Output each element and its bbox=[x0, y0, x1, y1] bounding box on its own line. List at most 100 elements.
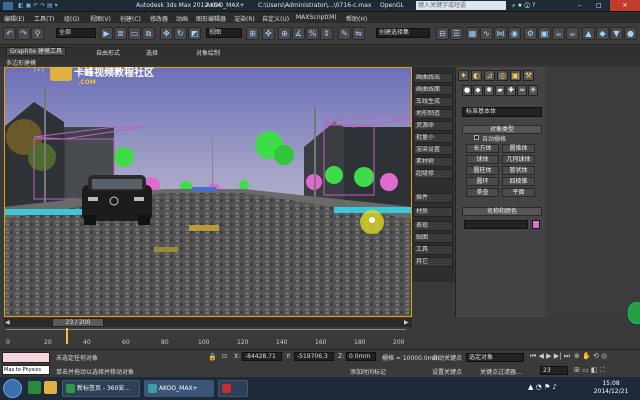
plugin-item-14[interactable]: 其它 bbox=[413, 257, 453, 267]
taskbar-pin-icon[interactable] bbox=[28, 381, 41, 394]
helpers-icon[interactable]: ✚ bbox=[506, 85, 516, 96]
named-selection-dropdown[interactable]: 创建选择集 bbox=[376, 28, 430, 38]
curve-editor-icon[interactable]: ∿ bbox=[480, 27, 493, 40]
menu-views[interactable]: 视图(V) bbox=[90, 14, 111, 23]
set-key-label[interactable]: 设置关键点 bbox=[432, 367, 462, 376]
hierarchy-tab-icon[interactable]: ⊿ bbox=[484, 70, 495, 81]
name-color-rollout[interactable]: 名称和颜色 bbox=[462, 207, 542, 216]
plugin-item-3[interactable]: 地形制造 bbox=[413, 109, 453, 119]
floating-assist-button[interactable] bbox=[628, 302, 640, 324]
menu-maxscript[interactable]: MAXScript(M) bbox=[296, 14, 337, 21]
render-active-icon[interactable]: ☕ bbox=[566, 27, 579, 40]
menu-edit[interactable]: 编辑(E) bbox=[4, 14, 24, 23]
maxscript-mini-listener[interactable]: Max to Physics bbox=[2, 365, 50, 375]
motion-tab-icon[interactable]: ◎ bbox=[497, 70, 508, 81]
torus-button[interactable]: 圆环 bbox=[466, 177, 499, 186]
current-frame-field[interactable]: 23 bbox=[540, 366, 568, 375]
auto-key-label[interactable]: 自动关键点 bbox=[432, 353, 462, 362]
select-by-name-icon[interactable]: ≣ bbox=[114, 27, 127, 40]
perspective-viewport[interactable]: [+] 卡峰视频教程社区 .COM bbox=[4, 67, 412, 317]
edit-named-sets-icon[interactable]: ✎ bbox=[338, 27, 351, 40]
rendered-frame-icon[interactable]: ▣ bbox=[538, 27, 551, 40]
plugin-item-8[interactable]: 超级修 bbox=[413, 169, 453, 179]
system-clock[interactable]: 15:08 2014/12/21 bbox=[584, 380, 638, 398]
menu-animation[interactable]: 动画 bbox=[176, 14, 188, 23]
tray-icons[interactable]: ▲ ◔ ⚑ ♪ bbox=[528, 383, 557, 391]
undo-icon[interactable]: ↶ bbox=[3, 27, 16, 40]
shapes-icon[interactable]: ◆ bbox=[473, 85, 483, 96]
key-filters-button[interactable]: 关键点过滤器... bbox=[480, 367, 522, 376]
toolbar-extra-4-icon[interactable]: ● bbox=[624, 27, 637, 40]
rotate-icon[interactable]: ↻ bbox=[174, 27, 187, 40]
z-coordinate-field[interactable]: 0.0mm bbox=[346, 352, 376, 361]
geosphere-button[interactable]: 几何球体 bbox=[502, 155, 535, 164]
spacewarps-icon[interactable]: ≈ bbox=[517, 85, 527, 96]
plugin-item-2[interactable]: 车线生成 bbox=[413, 97, 453, 107]
viewport-nav-icons-2[interactable]: ⊞ ▭ ◧ ⛶ bbox=[574, 366, 605, 375]
track-bar[interactable]: 0 20 40 60 80 100 120 140 160 180 200 bbox=[0, 327, 412, 349]
layer-manager-icon[interactable]: ☰ bbox=[450, 27, 463, 40]
snap-toggle-icon[interactable]: ⊕ bbox=[278, 27, 291, 40]
render-setup-icon[interactable]: ⚙ bbox=[524, 27, 537, 40]
maxscript-listener-pink[interactable] bbox=[2, 352, 50, 363]
close-button[interactable]: ✕ bbox=[610, 0, 640, 11]
cylinder-button[interactable]: 圆柱体 bbox=[466, 166, 499, 175]
align-icon[interactable]: ⊟ bbox=[436, 27, 449, 40]
taskbar-item-other[interactable] bbox=[218, 380, 248, 397]
tube-button[interactable]: 管状体 bbox=[502, 166, 535, 175]
y-coordinate-field[interactable]: -519706.3 bbox=[294, 352, 334, 361]
plugin-item-1[interactable]: 画曲线面 bbox=[413, 85, 453, 95]
menu-create[interactable]: 创建(C) bbox=[120, 14, 141, 23]
absolute-mode-icon[interactable]: ⊡ bbox=[222, 353, 227, 360]
toolbar-extra-2-icon[interactable]: ◆ bbox=[596, 27, 609, 40]
select-object-icon[interactable]: ▶ bbox=[100, 27, 113, 40]
plugin-item-13[interactable]: 工具 bbox=[413, 245, 453, 255]
viewport-nav-icons[interactable]: ⊕ ✋ ⟲ ◎ bbox=[574, 352, 607, 360]
mirror-icon[interactable]: ⇋ bbox=[352, 27, 365, 40]
lock-selection-icon[interactable]: 🔒 bbox=[208, 353, 217, 361]
pivot-center-icon[interactable]: ⊞ bbox=[246, 27, 259, 40]
modify-tab-icon[interactable]: ◐ bbox=[471, 70, 482, 81]
geometry-icon[interactable]: ● bbox=[462, 85, 472, 96]
taskbar-item-browser[interactable]: 新标签页 - 360安... bbox=[62, 380, 140, 397]
taskbar-folder-icon[interactable] bbox=[44, 381, 57, 394]
minimize-button[interactable]: – bbox=[578, 2, 581, 9]
x-coordinate-field[interactable]: -84428.71 bbox=[242, 352, 282, 361]
material-editor-icon[interactable]: ◉ bbox=[508, 27, 521, 40]
box-button[interactable]: 长方体 bbox=[466, 144, 499, 153]
primitive-type-dropdown[interactable]: 标准基本体 bbox=[462, 107, 542, 117]
viewport-label[interactable]: [+] bbox=[34, 67, 44, 74]
lights-icon[interactable]: ✺ bbox=[484, 85, 494, 96]
menu-rendering[interactable]: 渲染(R) bbox=[234, 14, 255, 23]
time-slider[interactable]: 23 / 200 ◀ ▶ bbox=[4, 318, 412, 327]
graphite-toggle-icon[interactable]: ▦ bbox=[466, 27, 479, 40]
redo-icon[interactable]: ↷ bbox=[17, 27, 30, 40]
utilities-tab-icon[interactable]: ⚒ bbox=[523, 70, 534, 81]
help-icons[interactable]: ⌕ ★ ⓘ ? bbox=[512, 2, 535, 10]
plugin-item-12[interactable]: 贴图 bbox=[413, 233, 453, 243]
object-name-input[interactable] bbox=[464, 220, 528, 229]
quick-access-icons[interactable]: ◧ ▣ ↶ ↷ ▤ ▾ bbox=[18, 2, 58, 9]
selection-filter-dropdown[interactable]: 全部 bbox=[56, 28, 96, 38]
plugin-item-10[interactable]: 材质 bbox=[413, 207, 453, 217]
playback-controls-icons[interactable]: ⏮ ◀ ▶ ▶| ⏭ bbox=[530, 352, 570, 361]
sphere-button[interactable]: 球体 bbox=[466, 155, 499, 164]
plugin-item-4[interactable]: 资源命 bbox=[413, 121, 453, 131]
cameras-icon[interactable]: ▰ bbox=[495, 85, 505, 96]
plugin-item-6[interactable]: 渲染设置 bbox=[413, 145, 453, 155]
start-button-icon[interactable] bbox=[3, 379, 22, 398]
menu-group[interactable]: 组(G) bbox=[64, 14, 79, 23]
ribbon-sub-label[interactable]: 多边形建模 bbox=[6, 58, 36, 67]
autogrid-checkbox[interactable] bbox=[474, 135, 479, 140]
object-color-swatch[interactable] bbox=[532, 220, 540, 229]
render-production-icon[interactable]: ☕ bbox=[552, 27, 565, 40]
schematic-view-icon[interactable]: ⋈ bbox=[494, 27, 507, 40]
add-time-tag[interactable]: 添加时间标记 bbox=[350, 367, 386, 376]
toolbar-extra-3-icon[interactable]: ▼ bbox=[610, 27, 623, 40]
create-tab-icon[interactable]: ✦ bbox=[458, 70, 469, 81]
plugin-item-7[interactable]: 素材树 bbox=[413, 157, 453, 167]
select-manipulate-icon[interactable]: ✜ bbox=[262, 27, 275, 40]
pyramid-button[interactable]: 四棱锥 bbox=[502, 177, 535, 186]
reference-coord-dropdown[interactable]: 视图 bbox=[206, 28, 242, 38]
teapot-button[interactable]: 茶壶 bbox=[466, 188, 499, 197]
